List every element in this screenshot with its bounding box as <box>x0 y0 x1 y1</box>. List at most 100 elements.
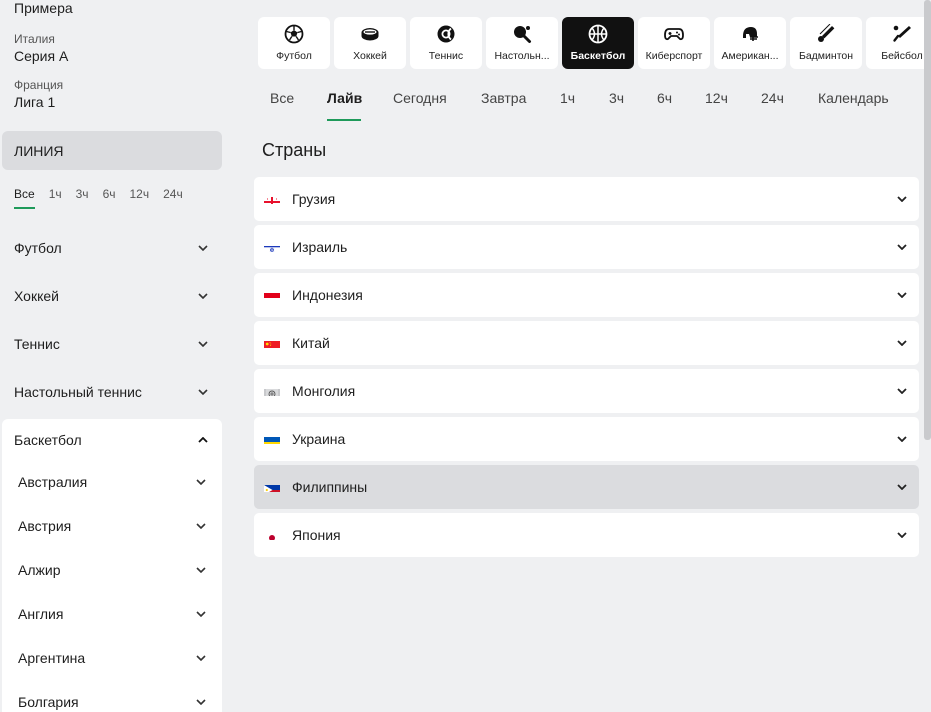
chevron-down-icon <box>196 477 206 487</box>
sidebar-sport-basketball[interactable]: Баскетбол <box>0 418 222 462</box>
league-name: Серия А <box>14 48 69 64</box>
tab-football[interactable]: Футбол <box>258 17 330 69</box>
tab-12h[interactable]: 12ч <box>705 90 728 106</box>
baseball-bat-icon <box>892 24 912 44</box>
tab-today[interactable]: Сегодня <box>393 90 447 106</box>
country-name: Филиппины <box>292 479 368 495</box>
sport-label: Баскетбол <box>14 432 82 448</box>
football-helmet-icon <box>740 24 760 44</box>
country-row-china[interactable]: Китай <box>254 321 919 365</box>
israel-flag-icon <box>264 242 280 252</box>
sidebar-sport-football[interactable]: Футбол <box>0 226 222 270</box>
chevron-down-icon <box>897 290 907 300</box>
league-name: Лига 1 <box>14 94 56 110</box>
country-row-ukraine[interactable]: Украина <box>254 417 919 461</box>
sport-tab-label: Бейсбол <box>881 50 923 62</box>
sidebar-filter-6h[interactable]: 6ч <box>103 187 116 207</box>
country-label: Австралия <box>18 474 88 490</box>
sidebar-sport-table-tennis[interactable]: Настольный теннис <box>0 370 222 414</box>
league-country: Франция <box>14 78 64 92</box>
scrollbar-thumb[interactable] <box>924 0 931 440</box>
sidebar-country-item[interactable]: Аргентина <box>2 636 222 680</box>
sidebar-sport-tennis[interactable]: Теннис <box>0 322 222 366</box>
active-tab-indicator <box>327 119 361 121</box>
sidebar-filter-12h[interactable]: 12ч <box>130 187 150 207</box>
sidebar-country-item[interactable]: Алжир <box>2 548 222 592</box>
chevron-down-icon <box>897 482 907 492</box>
country-name: Грузия <box>292 191 336 207</box>
chevron-down-icon <box>897 530 907 540</box>
tab-6h[interactable]: 6ч <box>657 90 672 106</box>
philippines-flag-icon <box>264 482 280 492</box>
tab-hockey[interactable]: Хоккей <box>334 17 406 69</box>
sport-tab-label: Бадминтон <box>798 50 854 62</box>
country-name: Украина <box>292 431 346 447</box>
country-row-indonesia[interactable]: Индонезия <box>254 273 919 317</box>
tab-esports[interactable]: Киберспорт <box>638 17 710 69</box>
tab-calendar[interactable]: Календарь <box>818 90 889 106</box>
sidebar-sport-hockey[interactable]: Хоккей <box>0 274 222 318</box>
country-name: Израиль <box>292 239 348 255</box>
country-row-japan[interactable]: Япония <box>254 513 919 557</box>
top-league-item[interactable]: Франция Лига 1 <box>14 78 63 110</box>
indonesia-flag-icon <box>264 290 280 300</box>
line-section-header[interactable]: ЛИНИЯ <box>2 131 222 170</box>
sport-label: Футбол <box>14 240 62 256</box>
section-title: Страны <box>262 140 327 160</box>
sport-tab-label: Теннис <box>428 50 464 62</box>
top-league-item[interactable]: Примера <box>14 0 73 16</box>
shuttlecock-icon <box>816 23 836 44</box>
tab-live[interactable]: Лайв <box>327 90 362 106</box>
tab-24h[interactable]: 24ч <box>761 90 784 106</box>
tennis-ball-icon <box>436 24 456 44</box>
sport-tab-label: Футбол <box>276 50 312 62</box>
soccer-ball-icon <box>284 24 304 44</box>
tab-1h[interactable]: 1ч <box>560 90 575 106</box>
sidebar-filter-3h[interactable]: 3ч <box>76 187 89 207</box>
tab-basketball[interactable]: Баскетбол <box>562 17 634 69</box>
chevron-down-icon <box>897 338 907 348</box>
sidebar-filter-24h[interactable]: 24ч <box>163 187 183 207</box>
tab-all[interactable]: Все <box>270 90 294 106</box>
tab-tennis[interactable]: Теннис <box>410 17 482 69</box>
country-label: Аргентина <box>18 650 86 666</box>
sport-label: Настольный теннис <box>14 384 142 400</box>
sport-label: Хоккей <box>14 288 59 304</box>
chevron-down-icon <box>198 243 208 253</box>
sport-tab-label: Настольн... <box>494 50 550 62</box>
country-name: Монголия <box>292 383 356 399</box>
chevron-down-icon <box>198 291 208 301</box>
top-league-item[interactable]: Италия Серия А <box>14 32 68 64</box>
sidebar-filter-1h[interactable]: 1ч <box>49 187 62 207</box>
tab-tomorrow[interactable]: Завтра <box>481 90 526 106</box>
sidebar-country-item[interactable]: Англия <box>2 592 222 636</box>
tab-badminton[interactable]: Бадминтон <box>790 17 862 69</box>
country-row-philippines[interactable]: Филиппины <box>254 465 919 509</box>
sidebar-country-item[interactable]: Австрия <box>2 504 222 548</box>
tab-american-football[interactable]: Американ... <box>714 17 786 69</box>
country-row-mongolia[interactable]: Монголия <box>254 369 919 413</box>
gamepad-icon <box>664 24 684 44</box>
country-row-israel[interactable]: Израиль <box>254 225 919 269</box>
country-row-georgia[interactable]: Грузия <box>254 177 919 221</box>
sidebar-country-item[interactable]: Австралия <box>2 460 222 504</box>
sidebar-filter-all[interactable]: Все <box>14 187 35 209</box>
table-tennis-icon <box>512 24 532 44</box>
tab-table-tennis[interactable]: Настольн... <box>486 17 558 69</box>
chevron-down-icon <box>198 387 208 397</box>
hockey-puck-icon <box>360 24 380 44</box>
sport-tab-label: Хоккей <box>353 50 387 62</box>
ukraine-flag-icon <box>264 434 280 444</box>
chevron-down-icon <box>897 242 907 252</box>
country-name: Китай <box>292 335 330 351</box>
tab-baseball[interactable]: Бейсбол <box>866 17 931 69</box>
sport-tabs-bar: Футбол Хоккей Теннис Настольн... Баскетб… <box>258 17 931 69</box>
country-label: Австрия <box>18 518 72 534</box>
chevron-down-icon <box>897 434 907 444</box>
sidebar-time-filters: Все 1ч 3ч 6ч 12ч 24ч <box>14 187 197 209</box>
japan-flag-icon <box>264 530 280 540</box>
sport-label: Теннис <box>14 336 60 352</box>
tab-3h[interactable]: 3ч <box>609 90 624 106</box>
sidebar-country-item[interactable]: Болгария <box>2 680 222 712</box>
mongolia-flag-icon <box>264 386 280 396</box>
